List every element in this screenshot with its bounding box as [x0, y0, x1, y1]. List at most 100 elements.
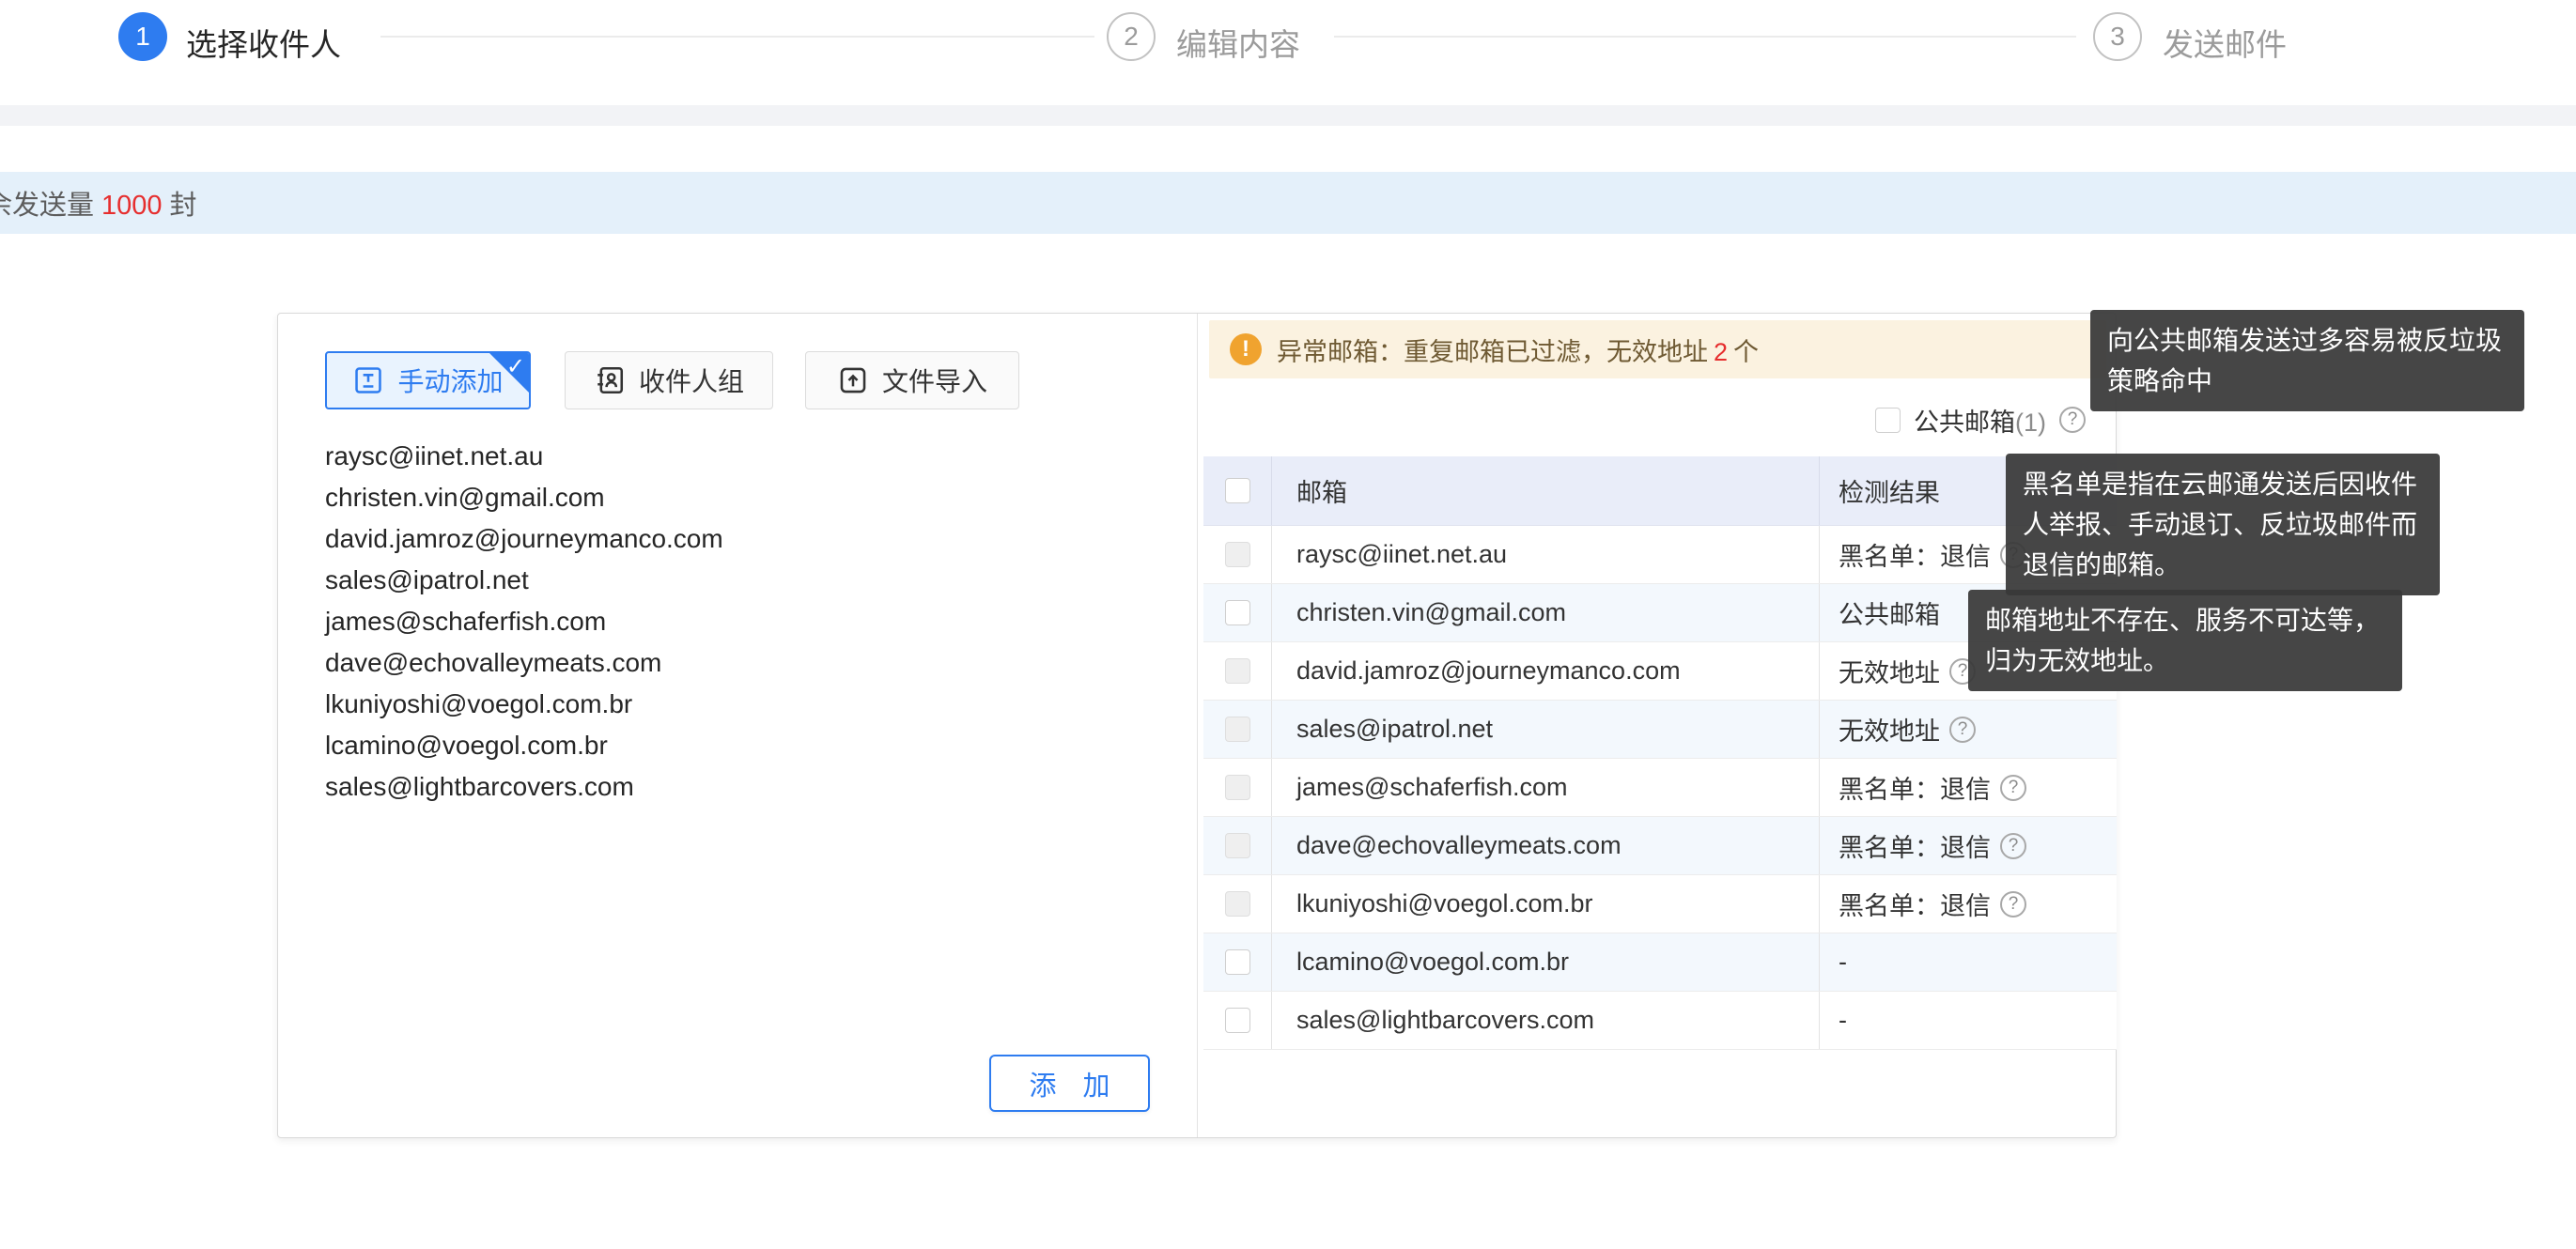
recipient-email-line: sales@ipatrol.net [325, 560, 1152, 601]
section-separator [0, 105, 2576, 126]
row-checkbox [1225, 542, 1250, 567]
public-mailbox-help-icon[interactable]: ? [2059, 407, 2086, 433]
recipient-email-line: james@schaferfish.com [325, 601, 1152, 642]
status-help-icon[interactable]: ? [1949, 717, 1976, 743]
status-help-icon[interactable]: ? [2000, 891, 2026, 917]
row-checkbox-cell [1203, 642, 1272, 700]
row-checkbox-cell [1203, 584, 1272, 641]
public-mailbox-label-text: 公共邮箱 [1914, 409, 2015, 437]
row-status: - [1839, 948, 1847, 977]
row-checkbox [1225, 775, 1250, 800]
row-checkbox-cell [1203, 992, 1272, 1049]
status-help-icon[interactable]: ? [2000, 775, 2026, 801]
table-row: lkuniyoshi@voegol.com.br 黑名单：退信? [1203, 875, 2117, 933]
step-3-number: 3 [2110, 22, 2125, 52]
row-email: sales@ipatrol.net [1272, 701, 1820, 758]
public-mailbox-count: (1) [2015, 409, 2046, 437]
row-status: 黑名单：退信 [1839, 827, 1991, 864]
public-mailbox-filter: 公共邮箱(1) ? [1875, 400, 2086, 439]
recipient-panel: 手动添加 ✓ 收件人组 文件导入 raysc@iinet.net.auchris… [277, 313, 2117, 1138]
row-checkbox [1225, 891, 1250, 917]
row-status: 黑名单：退信 [1839, 536, 1991, 573]
warning-text: 异常邮箱：重复邮箱已过滤，无效地址2个 [1277, 332, 1759, 368]
step-connector-1 [380, 36, 1094, 38]
check-result-table: 邮箱 检测结果 raysc@iinet.net.au黑名单：退信?christe… [1203, 456, 2117, 1050]
row-checkbox-cell [1203, 701, 1272, 758]
row-status: 无效地址 [1839, 653, 1940, 689]
tab-file-import[interactable]: 文件导入 [805, 351, 1019, 409]
select-all-checkbox[interactable] [1225, 478, 1250, 503]
row-status: 黑名单：退信 [1839, 769, 1991, 806]
row-status-cell: 黑名单：退信? [1820, 769, 2117, 806]
row-email: lkuniyoshi@voegol.com.br [1272, 875, 1820, 933]
recipient-email-line: sales@lightbarcovers.com [325, 766, 1152, 808]
row-status-cell: - [1820, 948, 2117, 977]
row-checkbox-cell [1203, 759, 1272, 816]
recipient-email-line: dave@echovalleymeats.com [325, 642, 1152, 684]
row-email: raysc@iinet.net.au [1272, 526, 1820, 583]
row-email: dave@echovalleymeats.com [1272, 817, 1820, 874]
wizard-stepper: 1 选择收件人 2 编辑内容 3 发送邮件 [0, 0, 2576, 105]
table-row: lcamino@voegol.com.br- [1203, 933, 2117, 992]
bulk-mail-wizard-page: 1 选择收件人 2 编辑内容 3 发送邮件 余发送量1000封 手动添加 ✓ [0, 0, 2576, 1249]
row-status-cell: 无效地址? [1820, 711, 2117, 748]
step-1-number: 1 [135, 22, 150, 52]
tab-recipient-group[interactable]: 收件人组 [565, 351, 773, 409]
row-status-cell: - [1820, 1006, 2117, 1035]
row-email: james@schaferfish.com [1272, 759, 1820, 816]
row-status: 无效地址 [1839, 711, 1940, 748]
abnormal-mailbox-warning: ! 异常邮箱：重复邮箱已过滤，无效地址2个 [1209, 320, 2106, 378]
step-1-label: 选择收件人 [186, 20, 341, 65]
row-email: david.jamroz@journeymanco.com [1272, 642, 1820, 700]
add-button[interactable]: 添 加 [989, 1055, 1150, 1112]
file-import-icon [837, 364, 869, 396]
table-row: sales@ipatrol.net无效地址? [1203, 701, 2117, 759]
public-mailbox-checkbox[interactable] [1875, 408, 1901, 433]
tab-recipient-group-label: 收件人组 [639, 362, 744, 399]
step-3-circle: 3 [2093, 12, 2142, 61]
row-checkbox-cell [1203, 817, 1272, 874]
row-checkbox-cell [1203, 933, 1272, 991]
warning-text-before: 异常邮箱：重复邮箱已过滤，无效地址 [1277, 338, 1708, 366]
recipient-email-line: david.jamroz@journeymanco.com [325, 518, 1152, 560]
row-status: - [1839, 1006, 1847, 1035]
table-row: sales@lightbarcovers.com- [1203, 992, 2117, 1050]
row-checkbox[interactable] [1225, 600, 1250, 625]
step-1-circle: 1 [118, 12, 167, 61]
step-connector-2 [1334, 36, 2076, 38]
row-checkbox-cell [1203, 526, 1272, 583]
row-checkbox[interactable] [1225, 949, 1250, 975]
row-status-cell: 黑名单：退信? [1820, 827, 2117, 864]
table-header-row: 邮箱 检测结果 [1203, 456, 2117, 526]
row-status: 公共邮箱 [1839, 594, 1940, 631]
recipient-input-area[interactable]: raysc@iinet.net.auchristen.vin@gmail.com… [325, 436, 1152, 1018]
header-checkbox-cell [1203, 456, 1272, 525]
recipient-email-line: lkuniyoshi@voegol.com.br [325, 684, 1152, 725]
row-status: 黑名单：退信 [1839, 886, 1991, 922]
panel-divider [1197, 314, 1198, 1137]
table-row: dave@echovalleymeats.com黑名单：退信? [1203, 817, 2117, 875]
row-checkbox[interactable] [1225, 1008, 1250, 1033]
quota-banner: 余发送量1000封 [0, 172, 2576, 234]
quota-prefix: 余发送量 [0, 191, 94, 221]
warning-count: 2 [1708, 338, 1733, 366]
row-checkbox [1225, 658, 1250, 684]
warning-icon: ! [1230, 333, 1262, 365]
public-mailbox-tooltip: 向公共邮箱发送过多容易被反垃圾策略命中 [2090, 310, 2524, 411]
recipient-email-line: christen.vin@gmail.com [325, 477, 1152, 518]
recipient-email-line: lcamino@voegol.com.br [325, 725, 1152, 766]
status-help-icon[interactable]: ? [2000, 833, 2026, 859]
active-check-icon: ✓ [506, 353, 525, 380]
quota-suffix: 封 [170, 191, 197, 221]
recipient-group-icon [594, 364, 626, 396]
quota-amount: 1000 [94, 191, 170, 221]
blacklist-tooltip: 黑名单是指在云邮通发送后因收件人举报、手动退订、反垃圾邮件而退信的邮箱。 [2006, 454, 2440, 595]
public-mailbox-label: 公共邮箱(1) [1914, 402, 2046, 439]
row-checkbox [1225, 833, 1250, 858]
row-checkbox-cell [1203, 875, 1272, 933]
tab-manual-add[interactable]: 手动添加 ✓ [325, 351, 531, 409]
recipient-email-line: raysc@iinet.net.au [325, 436, 1152, 477]
tab-file-import-label: 文件导入 [882, 362, 987, 399]
invalid-address-tooltip: 邮箱地址不存在、服务不可达等，归为无效地址。 [1968, 590, 2402, 691]
step-2-label: 编辑内容 [1176, 20, 1300, 65]
